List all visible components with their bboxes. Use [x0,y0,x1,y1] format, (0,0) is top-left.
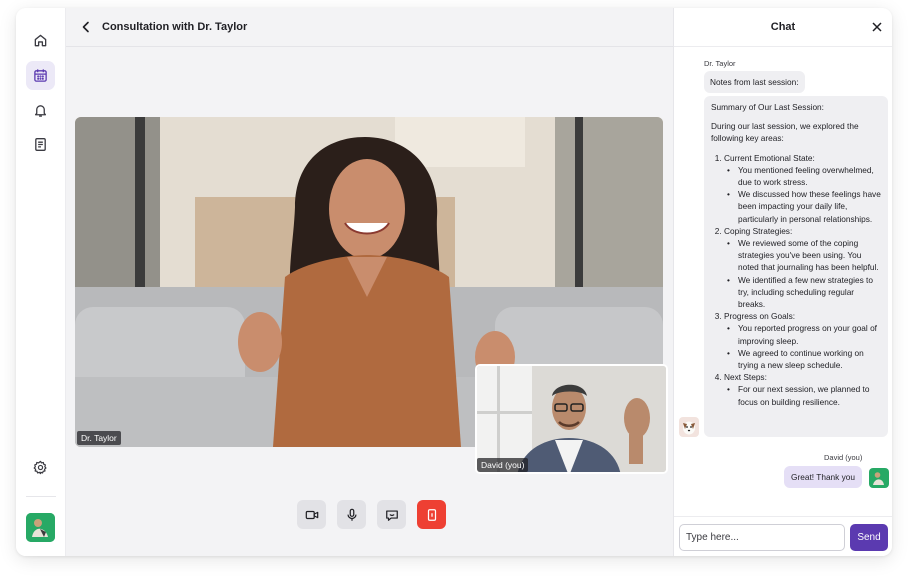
back-arrow-icon[interactable] [80,21,92,33]
doctor-chat-avatar [679,417,699,437]
home-icon [34,34,47,47]
camera-toggle-button[interactable] [297,500,326,529]
chat-composer: Send [674,516,892,556]
send-button[interactable]: Send [850,524,888,551]
call-controls [297,500,446,529]
summary-section: Next Steps: For our next session, we pla… [724,371,881,408]
chat-bubble-icon [385,509,398,521]
sender-name-doctor: Dr. Taylor [704,59,736,68]
microphone-icon [346,508,357,521]
summary-intro: During our last session, we explored the… [711,121,859,144]
main-video-name-tag: Dr. Taylor [77,431,121,445]
sidebar-item-documents[interactable] [26,130,55,159]
summary-section: Current Emotional State: You mentioned f… [724,152,881,225]
chat-toggle-button[interactable] [377,500,406,529]
self-video[interactable]: David (you) [475,364,668,474]
bell-icon [34,105,47,117]
chat-panel: Chat Dr. Taylor Notes from last session:… [673,8,892,556]
summary-bullet: You mentioned feeling overwhelmed, due t… [727,164,881,188]
end-call-button[interactable] [417,500,446,529]
summary-bullet: You reported progress on your goal of im… [727,322,881,346]
dog-avatar-icon [679,417,699,437]
call-area: Consultation with Dr. Taylor Dr. Taylor … [66,8,673,556]
summary-bullet: We identified a few new strategies to tr… [727,274,881,311]
user-avatar[interactable] [26,513,55,542]
camera-icon [305,510,318,519]
document-icon [35,138,46,151]
chat-header: Chat [674,8,892,47]
summary-bullet: For our next session, we planned to focu… [727,383,881,407]
chat-message-me: Great! Thank you [784,466,862,489]
sidebar-divider [26,496,56,497]
summary-bullet: We agreed to continue working on trying … [727,347,881,371]
chat-input[interactable] [679,524,845,551]
summary-bullet: We reviewed some of the coping strategie… [727,237,881,274]
gear-icon [33,460,47,475]
self-video-name-tag: David (you) [477,458,529,472]
chat-message-notes: Notes from last session: [704,71,805,94]
summary-section: Progress on Goals: You reported progress… [724,310,881,371]
summary-bullet: We discussed how these feelings have bee… [727,188,881,225]
sidebar-item-calendar[interactable] [26,61,55,90]
sidebar [16,8,66,556]
avatar-figure-icon [869,468,889,488]
chat-message-summary: Summary of Our Last Session: During our … [704,96,888,437]
page-title: Consultation with Dr. Taylor [102,21,248,33]
calendar-icon [34,69,47,82]
sidebar-item-home[interactable] [26,26,55,55]
chat-title: Chat [770,21,796,33]
close-icon[interactable] [871,21,883,33]
summary-heading: Summary of Our Last Session: [711,102,824,112]
summary-sections: Current Emotional State: You mentioned f… [711,152,881,408]
sidebar-item-notifications[interactable] [26,96,55,125]
app-window: Consultation with Dr. Taylor Dr. Taylor … [16,8,892,556]
end-call-icon [427,508,436,521]
summary-section: Coping Strategies: We reviewed some of t… [724,225,881,310]
call-header: Consultation with Dr. Taylor [66,8,673,47]
avatar-figure-icon [26,513,55,542]
microphone-toggle-button[interactable] [337,500,366,529]
sender-name-me: David (you) [824,453,863,462]
settings-button[interactable] [26,453,55,482]
my-chat-avatar [869,468,889,488]
